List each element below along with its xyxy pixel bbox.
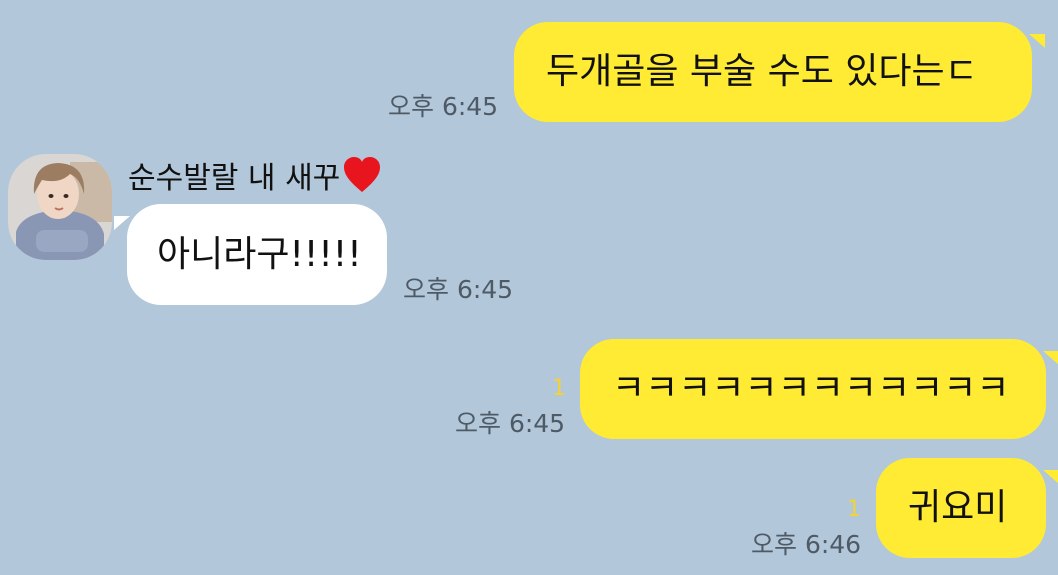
chat-room[interactable]: 두개골을 부술 수도 있다는ㄷ 오후 6:45 순수발랄 내 새꾸 아니라구!!… (0, 0, 1058, 575)
profile-photo-image (8, 154, 112, 260)
message-bubble-outgoing[interactable]: ㅋㅋㅋㅋㅋㅋㅋㅋㅋㅋㅋㅋ (580, 339, 1058, 439)
bubble-tail (114, 216, 130, 230)
message-bubble-outgoing[interactable]: 두개골을 부술 수도 있다는ㄷ (514, 22, 1045, 122)
message-bubble-outgoing[interactable]: 귀요미 (876, 458, 1058, 558)
message-time: 오후 6:45 (455, 409, 566, 438)
sender-name-text: 순수발랄 내 새꾸 (128, 161, 341, 196)
message-text: ㅋㅋㅋㅋㅋㅋㅋㅋㅋㅋㅋㅋ (612, 368, 1010, 409)
unread-count: 1 (552, 376, 566, 401)
sender-name[interactable]: 순수발랄 내 새꾸 (128, 156, 382, 197)
heart-icon (344, 157, 381, 192)
bubble-tail (1043, 470, 1058, 484)
bubble-tail (1043, 351, 1058, 365)
message-text: 귀요미 (908, 487, 1008, 528)
unread-count: 1 (847, 497, 861, 522)
message-time: 오후 6:45 (388, 92, 499, 121)
message-time: 오후 6:45 (403, 275, 514, 304)
message-text: 아니라구!!!!! (157, 233, 362, 275)
heart-shape (344, 157, 381, 192)
message-time: 오후 6:46 (751, 530, 862, 559)
message-text: 두개골을 부술 수도 있다는ㄷ (546, 51, 978, 92)
bubble-tail (1029, 34, 1045, 48)
avatar[interactable] (8, 154, 112, 260)
message-bubble-incoming[interactable]: 아니라구!!!!! (114, 204, 387, 305)
